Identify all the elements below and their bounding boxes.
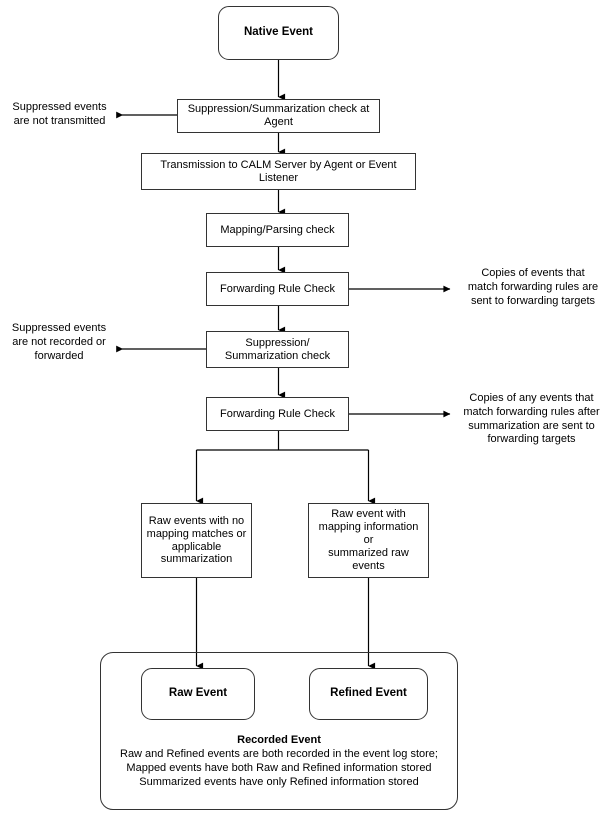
recorded-event-caption-line-2: Mapped events have both Raw and Refined … bbox=[126, 762, 432, 775]
node-forwarding-rule-check-2-label: Forwarding Rule Check bbox=[220, 407, 335, 420]
recorded-event-caption-line-3: Summarized events have only Refined info… bbox=[139, 776, 419, 789]
node-transmission-label: Transmission to CALM Server by Agent or … bbox=[160, 158, 397, 184]
node-suppression-summarization-check-label: Suppression/ Summarization check bbox=[224, 336, 331, 362]
node-suppression-summarization-check[interactable]: Suppression/ Summarization check bbox=[206, 331, 349, 368]
node-refined-event[interactable]: Refined Event bbox=[309, 668, 428, 720]
node-agent-suppression-check-label: Suppression/Summarization check at Agent bbox=[187, 103, 370, 128]
node-raw-event-with-mapping-label: Raw event with mapping information or su… bbox=[318, 508, 419, 572]
node-raw-events-no-mapping[interactable]: Raw events with no mapping matches or ap… bbox=[141, 503, 252, 578]
node-raw-event[interactable]: Raw Event bbox=[141, 668, 255, 720]
recorded-event-caption-line-1: Raw and Refined events are both recorded… bbox=[120, 748, 438, 761]
node-refined-event-label: Refined Event bbox=[330, 687, 407, 700]
node-mapping-parsing-check[interactable]: Mapping/Parsing check bbox=[206, 213, 349, 247]
node-raw-event-label: Raw Event bbox=[168, 687, 228, 700]
node-forwarding-rule-check-1-label: Forwarding Rule Check bbox=[220, 282, 335, 295]
node-raw-events-no-mapping-label: Raw events with no mapping matches or ap… bbox=[146, 514, 247, 566]
node-forwarding-rule-check-2[interactable]: Forwarding Rule Check bbox=[206, 397, 349, 431]
annotation-suppressed-not-recorded: Suppressed events are not recorded or fo… bbox=[11, 322, 107, 362]
annotation-forwarded-copies-2: Copies of any events that match forwardi… bbox=[463, 392, 600, 446]
node-agent-suppression-check[interactable]: Suppression/Summarization check at Agent bbox=[177, 99, 380, 133]
flowchart-diagram: Native Event Suppression/Summarization c… bbox=[0, 0, 605, 815]
annotation-forwarded-copies-1: Copies of events that match forwarding r… bbox=[467, 267, 599, 307]
node-raw-event-with-mapping[interactable]: Raw event with mapping information or su… bbox=[308, 503, 429, 578]
node-mapping-parsing-check-label: Mapping/Parsing check bbox=[220, 223, 335, 236]
recorded-event-caption: Recorded Event Raw and Refined events ar… bbox=[100, 733, 458, 789]
node-native-event[interactable]: Native Event bbox=[218, 6, 339, 60]
annotation-suppressed-not-transmitted: Suppressed events are not transmitted bbox=[12, 101, 107, 127]
recorded-event-caption-title: Recorded Event bbox=[237, 734, 321, 746]
node-native-event-label: Native Event bbox=[243, 26, 314, 39]
node-forwarding-rule-check-1[interactable]: Forwarding Rule Check bbox=[206, 272, 349, 306]
node-transmission-to-calm-server[interactable]: Transmission to CALM Server by Agent or … bbox=[141, 153, 416, 190]
